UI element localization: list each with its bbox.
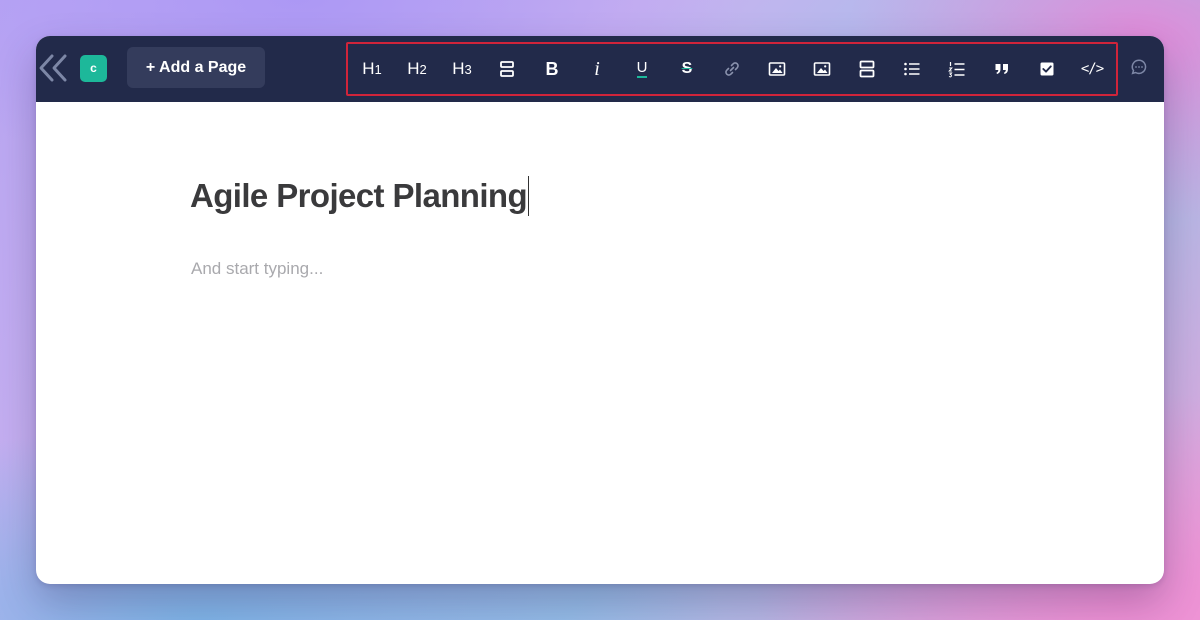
link-icon	[725, 62, 739, 76]
h2-level: 2	[419, 62, 427, 77]
heading-3-button[interactable]: H3	[444, 53, 480, 85]
link-button[interactable]	[714, 53, 750, 85]
numbered-list-icon	[948, 61, 965, 77]
image-upload-button[interactable]	[804, 53, 840, 85]
image-upload-icon	[813, 62, 831, 76]
block-button[interactable]	[849, 53, 885, 85]
image-button[interactable]	[759, 53, 795, 85]
editor-body-input[interactable]: And start typing...	[191, 259, 323, 279]
underline-icon: U	[636, 59, 648, 78]
strikethrough-button[interactable]: S	[669, 53, 705, 85]
italic-button[interactable]: i	[579, 53, 615, 85]
bold-button[interactable]: B	[534, 53, 570, 85]
h2-label: H	[407, 59, 420, 78]
comment-icon	[1131, 59, 1147, 75]
formatting-toolbar: H1 H2 H3 B i U S </>	[346, 42, 1118, 96]
bold-icon: B	[545, 58, 559, 79]
comment-button[interactable]	[1128, 56, 1150, 78]
checkbox-icon	[1040, 62, 1054, 76]
page-title-field[interactable]: Agile Project Planning	[190, 176, 530, 216]
image-icon	[768, 62, 786, 76]
top-bar: c + Add a Page H1 H2 H3 B i U S </>	[36, 36, 1164, 102]
text-cursor	[528, 176, 530, 216]
divider-icon	[500, 61, 514, 77]
page-title: Agile Project Planning	[190, 177, 528, 214]
add-page-button[interactable]: + Add a Page	[127, 47, 265, 88]
editor-window: c + Add a Page H1 H2 H3 B i U S </> Agil…	[36, 36, 1164, 584]
numbered-list-button[interactable]	[939, 53, 975, 85]
h1-label: H	[362, 59, 375, 78]
heading-2-button[interactable]: H2	[399, 53, 435, 85]
checklist-button[interactable]	[1029, 53, 1065, 85]
heading-1-button[interactable]: H1	[354, 53, 390, 85]
underline-button[interactable]: U	[624, 53, 660, 85]
workspace-avatar[interactable]: c	[80, 55, 107, 82]
blockquote-button[interactable]	[984, 53, 1020, 85]
collapse-sidebar-icon[interactable]	[38, 52, 68, 84]
quote-icon	[995, 64, 1008, 74]
divider-button[interactable]	[489, 53, 525, 85]
bullet-list-button[interactable]	[894, 53, 930, 85]
h3-label: H	[452, 59, 465, 78]
code-button[interactable]: </>	[1074, 53, 1110, 85]
h1-level: 1	[374, 62, 382, 77]
h3-level: 3	[464, 62, 472, 77]
bullet-list-icon	[904, 62, 920, 76]
italic-icon: i	[594, 57, 600, 80]
block-icon	[859, 60, 875, 78]
code-icon: </>	[1080, 61, 1104, 77]
strikethrough-icon: S	[681, 60, 693, 77]
